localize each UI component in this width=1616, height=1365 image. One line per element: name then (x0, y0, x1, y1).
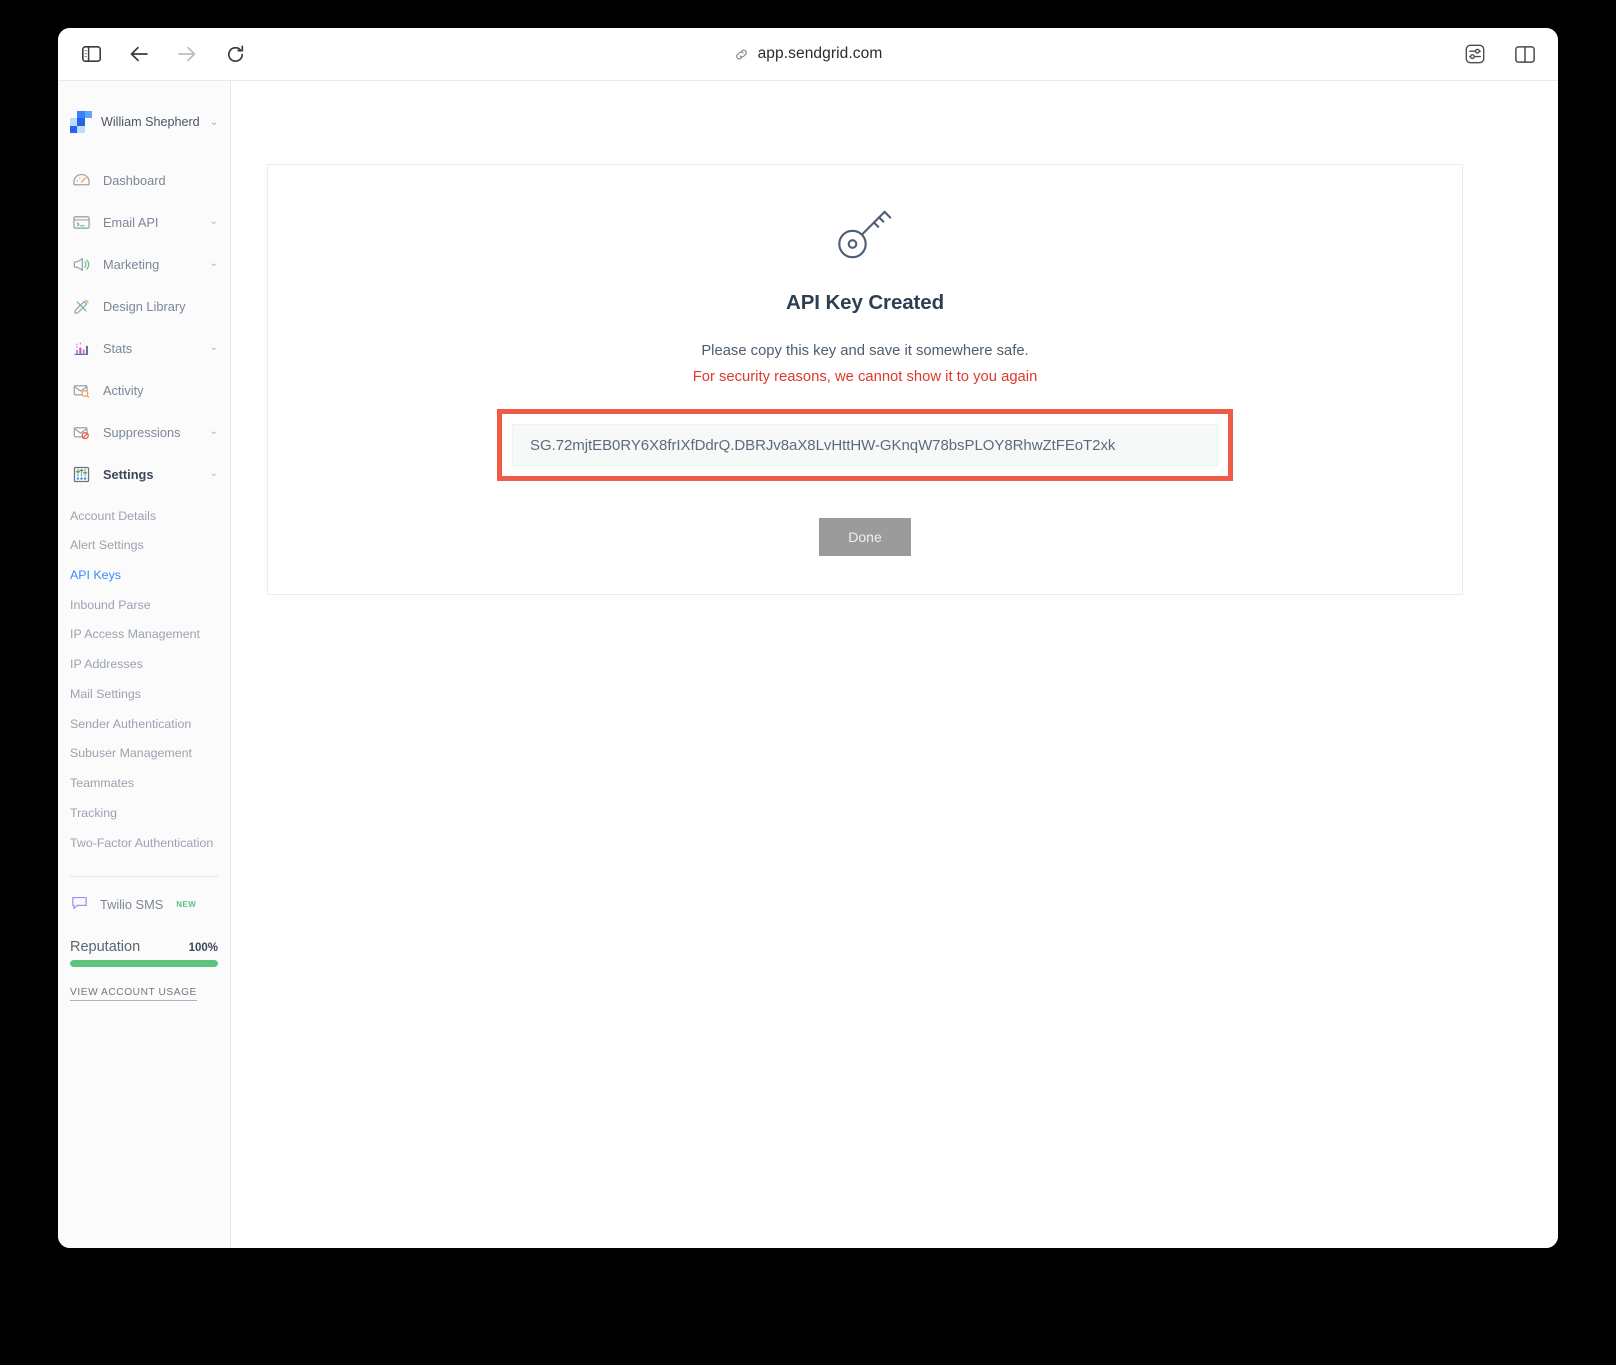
reputation-progress-fill (70, 959, 218, 967)
forward-icon[interactable] (172, 39, 202, 69)
subnav-item-teammates[interactable]: Teammates (58, 769, 230, 799)
page-settings-icon[interactable] (1460, 39, 1490, 69)
code-window-icon (70, 211, 92, 233)
key-icon (268, 207, 1462, 263)
sidebar-item-suppressions[interactable]: Suppressions ⌄ (58, 411, 230, 453)
sidebar-item-label: Suppressions (103, 424, 181, 440)
account-switcher[interactable]: William Shepherd ⌄ (58, 81, 230, 133)
api-key-highlight-box: SG.72mjtEB0RY6X8frIXfDdrQ.DBRJv8aX8LvHtt… (497, 409, 1233, 481)
sidebar-item-twilio-sms[interactable]: Twilio SMS NEW (58, 877, 230, 917)
api-key-created-card: API Key Created Please copy this key and… (267, 164, 1463, 595)
subnav-item-account-details[interactable]: Account Details (58, 501, 230, 531)
sidebar-item-design-library[interactable]: Design Library (58, 285, 230, 327)
sidebar-item-label: Email API (103, 214, 159, 230)
view-account-usage-link[interactable]: VIEW ACCOUNT USAGE (58, 986, 209, 1001)
subnav-item-ip-access-management[interactable]: IP Access Management (58, 620, 230, 650)
subnav-item-subuser-management[interactable]: Subuser Management (58, 739, 230, 769)
browser-viewport: William Shepherd ⌄ Dashboard Email API ⌄… (58, 80, 1558, 1248)
chevron-down-icon: ⌄ (209, 116, 219, 128)
chevron-down-icon: ⌄ (209, 342, 218, 353)
subnav-item-tracking[interactable]: Tracking (58, 798, 230, 828)
view-account-usage-label: VIEW ACCOUNT USAGE (70, 986, 197, 1001)
reputation-progress-bar (70, 959, 218, 967)
sidebar-toggle-icon[interactable] (76, 39, 106, 69)
toolbar-left-controls (76, 39, 250, 69)
done-button[interactable]: Done (819, 518, 911, 556)
chevron-down-icon: ⌄ (209, 426, 218, 437)
url-text: app.sendgrid.com (757, 45, 883, 62)
subnav-item-mail-settings[interactable]: Mail Settings (58, 679, 230, 709)
desktop-background: app.sendgrid.com William Shepherd ⌄ Dash… (0, 0, 1616, 1365)
card-subtitle: Please copy this key and save it somewhe… (701, 343, 1029, 359)
sidebar-item-label: Stats (103, 340, 133, 356)
api-key-value: SG.72mjtEB0RY6X8frIXfDdrQ.DBRJv8aX8LvHtt… (530, 436, 1116, 454)
address-bar: app.sendgrid.com (58, 45, 1558, 63)
link-icon (734, 47, 749, 62)
page-title: API Key Created (785, 291, 944, 314)
sidebar-item-stats[interactable]: Stats ⌄ (58, 327, 230, 369)
subnav-item-ip-addresses[interactable]: IP Addresses (58, 650, 230, 680)
sidebar-item-dashboard[interactable]: Dashboard (58, 159, 230, 201)
sidebar-item-label: Activity (103, 382, 144, 398)
chevron-down-icon: ⌄ (209, 258, 218, 269)
reputation-title: Reputation (70, 938, 141, 955)
sidebar-item-label: Marketing (103, 256, 160, 272)
pencil-ruler-icon (70, 295, 92, 317)
subnav-item-api-keys[interactable]: API Keys (58, 560, 230, 590)
reputation-widget: Reputation 100% (58, 917, 230, 967)
megaphone-icon (70, 253, 92, 275)
envelope-block-icon (70, 421, 92, 443)
sliders-box-icon (70, 463, 92, 485)
envelope-search-icon (70, 379, 92, 401)
sidebar-item-activity[interactable]: Activity (58, 369, 230, 411)
account-name: William Shepherd (101, 115, 200, 129)
sidebar-item-marketing[interactable]: Marketing ⌄ (58, 243, 230, 285)
back-icon[interactable] (124, 39, 154, 69)
reload-icon[interactable] (220, 39, 250, 69)
subnav-item-sender-authentication[interactable]: Sender Authentication (58, 709, 230, 739)
subnav-item-alert-settings[interactable]: Alert Settings (58, 531, 230, 561)
settings-submenu: Account Details Alert Settings API Keys … (58, 495, 230, 858)
browser-window: app.sendgrid.com William Shepherd ⌄ Dash… (58, 28, 1558, 1248)
twilio-sms-label: Twilio SMS (100, 897, 164, 913)
reputation-value: 100% (188, 941, 218, 954)
subnav-item-two-factor-authentication[interactable]: Two-Factor Authentication (58, 828, 230, 858)
chat-bubble-icon (70, 893, 89, 917)
new-badge: NEW (176, 900, 197, 910)
chevron-down-icon: ⌄ (209, 216, 218, 227)
api-key-field[interactable]: SG.72mjtEB0RY6X8frIXfDdrQ.DBRJv8aX8LvHtt… (512, 424, 1218, 466)
chevron-down-icon: ⌄ (209, 468, 218, 479)
subnav-item-inbound-parse[interactable]: Inbound Parse (58, 590, 230, 620)
browser-toolbar: app.sendgrid.com (58, 28, 1558, 80)
sidebar-item-label: Design Library (103, 298, 186, 314)
sidebar-item-label: Dashboard (103, 172, 166, 188)
url-display[interactable]: app.sendgrid.com (734, 45, 883, 63)
main-content: API Key Created Please copy this key and… (231, 81, 1558, 1248)
security-warning-text: For security reasons, we cannot show it … (692, 369, 1038, 385)
app-sidebar: William Shepherd ⌄ Dashboard Email API ⌄… (58, 81, 231, 1248)
gauge-icon (70, 169, 92, 191)
sendgrid-logo-icon (70, 111, 92, 133)
primary-nav: Dashboard Email API ⌄ Marketing ⌄ Design… (58, 159, 230, 495)
toolbar-right-controls (1460, 39, 1540, 69)
sidebar-item-settings[interactable]: Settings ⌄ (58, 453, 230, 495)
split-view-icon[interactable] (1510, 39, 1540, 69)
sidebar-item-label: Settings (103, 466, 154, 482)
bar-chart-icon (70, 337, 92, 359)
reputation-header: Reputation 100% (70, 939, 218, 955)
sidebar-item-email-api[interactable]: Email API ⌄ (58, 201, 230, 243)
